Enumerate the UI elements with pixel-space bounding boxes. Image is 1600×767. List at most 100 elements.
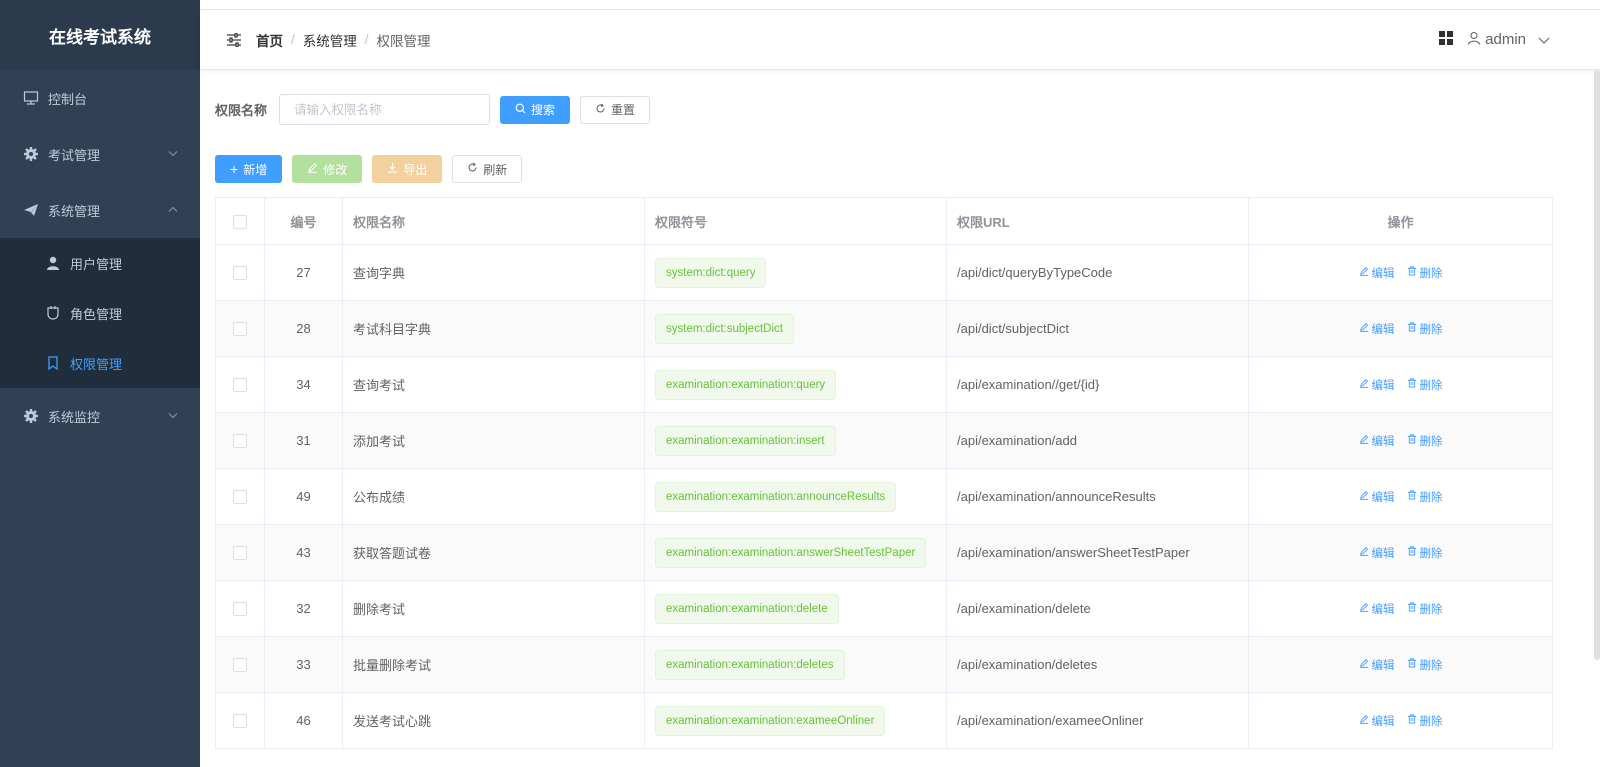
sidebar-item-label: 角色管理 [70,306,123,322]
row-edit-link[interactable]: 编辑 [1359,601,1395,617]
cell-actions: 编辑 删除 [1248,524,1553,581]
table-row[interactable]: 28 考试科目字典 system:dict:subjectDict/api/dict… [215,300,1553,357]
cell-symbol: examination:examination:delete [644,580,947,637]
sidebar-item-role-management[interactable]: 角色管理 [0,288,200,338]
refresh-button[interactable]: 刷新 [452,155,523,183]
row-edit-link[interactable]: 编辑 [1359,489,1395,505]
table-row[interactable]: 31 添加考试 examination:examination:insert/api… [215,412,1553,469]
trash-icon [1407,490,1417,503]
row-edit-link[interactable]: 编辑 [1359,377,1395,393]
edit-link-label: 编辑 [1371,715,1395,728]
breadcrumb-separator: / [364,32,369,47]
row-delete-link[interactable]: 删除 [1407,265,1443,281]
cell-actions: 编辑 删除 [1248,468,1553,525]
row-checkbox[interactable] [233,602,247,617]
bookmark-icon [44,354,62,372]
header-right: admin [1439,31,1550,49]
permission-name-input[interactable] [279,94,491,125]
edit-icon [1359,714,1369,727]
sidebar-item-label: 考试管理 [48,147,101,163]
edit-icon [1359,546,1369,559]
gear-icon [22,407,40,425]
table-row[interactable]: 27 查询字典 system:dict:query/api/dict/queryBy… [215,244,1553,301]
breadcrumb-system-management[interactable]: 系统管理 [303,30,357,50]
trash-icon [1407,602,1417,615]
table-row[interactable]: 34 查询考试 examination:examination:query/api/… [215,356,1553,413]
row-delete-link[interactable]: 删除 [1407,321,1443,337]
table-row[interactable]: 43 获取答题试卷 examination:examination:answerSh… [215,524,1553,581]
user-icon [1467,31,1481,49]
edit-link-label: 编辑 [1371,379,1395,392]
row-edit-link[interactable]: 编辑 [1359,265,1395,281]
symbol-tag: examination:examination:answerSheetTestP… [655,537,927,568]
add-button[interactable]: + 新增 [215,155,283,183]
sidebar-item-user-management[interactable]: 用户管理 [0,238,200,288]
row-checkbox[interactable] [233,490,247,505]
delete-link-label: 删除 [1419,547,1443,560]
row-delete-link[interactable]: 删除 [1407,489,1443,505]
sidebar-item-system-monitor[interactable]: 系统监控 [0,388,200,444]
delete-link-label: 删除 [1419,491,1443,504]
reset-button[interactable]: 重置 [580,95,651,124]
row-checkbox[interactable] [233,546,247,561]
row-edit-link[interactable]: 编辑 [1359,545,1395,561]
add-button-label: 新增 [243,162,268,177]
sidebar-item-label: 用户管理 [70,256,123,272]
app-title: 在线考试系统 [0,0,200,70]
row-delete-link[interactable]: 删除 [1407,545,1443,561]
row-checkbox[interactable] [233,378,247,393]
row-edit-link[interactable]: 编辑 [1359,433,1395,449]
main-content: 权限名称 搜索 重置 + 新增 修改 导出 刷新 [200,70,1600,767]
column-header-symbol: 权限符号 [644,197,947,245]
row-edit-link[interactable]: 编辑 [1359,657,1395,673]
monitor-icon [22,89,40,107]
table-row[interactable]: 49 公布成绩 examination:examination:announceRe… [215,468,1553,525]
cell-symbol: examination:examination:query [644,356,947,413]
sidebar-item-system-management[interactable]: 系统管理 [0,182,200,238]
sliders-toggle-icon[interactable] [224,30,244,50]
row-delete-link[interactable]: 删除 [1407,377,1443,393]
select-all-cell [215,197,265,245]
cell-actions: 编辑 删除 [1248,580,1553,637]
table-row[interactable]: 32 删除考试 examination:examination:delete/api… [215,580,1553,637]
row-delete-link[interactable]: 删除 [1407,433,1443,449]
sidebar-item-permission-management[interactable]: 权限管理 [0,338,200,388]
cell-url: /api/examination/answerSheetTestPaper [946,524,1249,581]
sidebar-item-dashboard[interactable]: 控制台 [0,70,200,126]
delete-link-label: 删除 [1419,267,1443,280]
row-checkbox[interactable] [233,658,247,673]
grid-icon[interactable] [1439,31,1454,48]
cell-url: /api/examination/add [946,412,1249,469]
row-checkbox[interactable] [233,322,247,337]
delete-link-label: 删除 [1419,659,1443,672]
cell-id: 31 [264,412,343,469]
row-delete-link[interactable]: 删除 [1407,657,1443,673]
row-checkbox[interactable] [233,266,247,281]
edit-button[interactable]: 修改 [292,155,363,183]
row-edit-link[interactable]: 编辑 [1359,321,1395,337]
search-button[interactable]: 搜索 [500,95,571,124]
column-header-url: 权限URL [946,197,1249,245]
page-scrollbar[interactable] [1594,70,1600,660]
export-button[interactable]: 导出 [372,155,443,183]
edit-icon [1359,266,1369,279]
sidebar-item-exam-management[interactable]: 考试管理 [0,126,200,182]
symbol-tag: system:dict:query [655,257,767,288]
refresh-icon [595,103,606,117]
sidebar-item-label: 权限管理 [70,356,123,372]
row-edit-link[interactable]: 编辑 [1359,713,1395,729]
breadcrumb-separator: / [291,32,295,47]
select-all-checkbox[interactable] [233,214,247,229]
navbar: 首页 / 系统管理 / 权限管理 admin [200,10,1600,70]
row-delete-link[interactable]: 删除 [1407,601,1443,617]
breadcrumb-home[interactable]: 首页 [256,30,283,50]
row-delete-link[interactable]: 删除 [1407,713,1443,729]
search-label: 权限名称 [215,103,268,118]
table-row[interactable]: 46 发送考试心跳 examination:examination:exameeOn… [215,692,1553,749]
edit-icon [1359,658,1369,671]
gear-icon [22,145,40,163]
user-dropdown[interactable]: admin [1467,31,1550,49]
row-checkbox[interactable] [233,714,247,729]
table-row[interactable]: 33 批量删除考试 examination:examination:deletes /… [215,636,1553,693]
row-checkbox[interactable] [233,434,247,449]
